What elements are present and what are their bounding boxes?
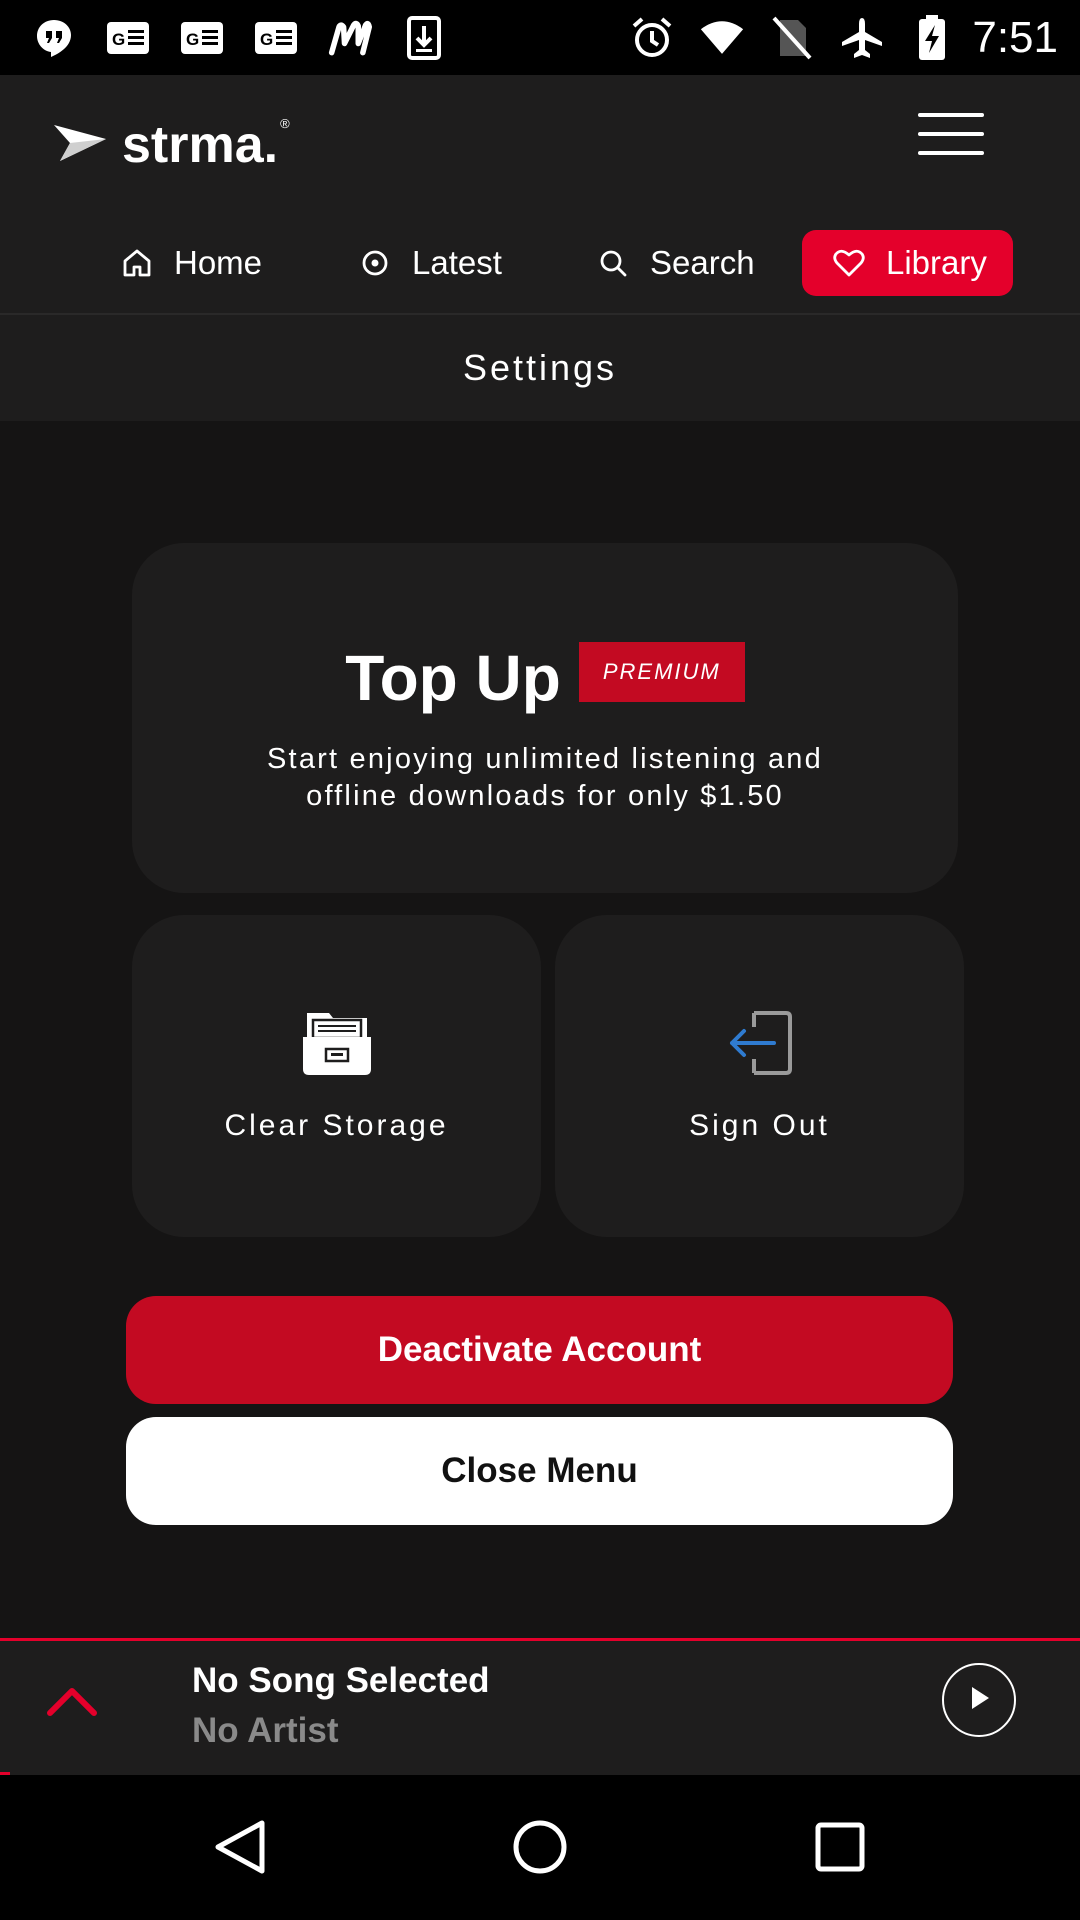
status-left-icons: G G G bbox=[32, 15, 476, 60]
svg-text:G: G bbox=[186, 30, 199, 49]
topup-description-line: offline downloads for only $1.50 bbox=[306, 780, 784, 812]
nav-library[interactable]: Library bbox=[802, 230, 1013, 296]
registered-mark: ® bbox=[280, 115, 290, 131]
hamburger-line bbox=[918, 151, 984, 155]
search-icon bbox=[596, 246, 630, 280]
mini-player: No Song Selected No Artist bbox=[0, 1641, 1080, 1775]
status-right-icons: 7:51 bbox=[604, 13, 1058, 63]
status-time: 7:51 bbox=[972, 12, 1058, 62]
topup-card[interactable]: Top Up PREMIUM Start enjoying unlimited … bbox=[132, 543, 958, 893]
logo[interactable]: strma. ® bbox=[52, 115, 290, 175]
nav-search[interactable]: Search bbox=[596, 230, 755, 296]
sign-out-tile[interactable]: Sign Out bbox=[555, 915, 964, 1237]
topup-title: Top Up bbox=[345, 642, 561, 714]
airplane-icon bbox=[840, 16, 884, 60]
back-icon[interactable] bbox=[210, 1817, 270, 1877]
player-artist: No Artist bbox=[192, 1711, 339, 1750]
news-icon: G bbox=[254, 16, 298, 60]
status-bar: G G G 7:51 bbox=[0, 0, 1080, 75]
topup-description-line: Start enjoying unlimited listening and bbox=[267, 743, 823, 775]
nav-search-label: Search bbox=[650, 244, 755, 281]
file-cabinet-icon bbox=[301, 1007, 373, 1079]
play-icon bbox=[965, 1683, 993, 1718]
premium-badge: PREMIUM bbox=[578, 642, 745, 702]
clear-storage-tile[interactable]: Clear Storage bbox=[132, 915, 541, 1237]
disc-icon bbox=[358, 246, 392, 280]
nav-latest[interactable]: Latest bbox=[358, 230, 502, 296]
wifi-icon bbox=[700, 16, 744, 60]
logo-text: strma. bbox=[122, 116, 279, 174]
heart-icon bbox=[832, 246, 866, 280]
no-sim-icon bbox=[770, 16, 814, 60]
play-button[interactable] bbox=[942, 1663, 1016, 1737]
close-menu-button[interactable]: Close Menu bbox=[126, 1417, 953, 1525]
page-title-bar: Settings bbox=[0, 315, 1080, 421]
player-song-title: No Song Selected bbox=[192, 1661, 490, 1700]
hangouts-icon bbox=[32, 16, 76, 60]
paper-plane-logo-icon bbox=[52, 123, 108, 168]
nav-library-label: Library bbox=[886, 244, 987, 281]
nav-home-label: Home bbox=[174, 244, 263, 281]
clear-storage-label: Clear Storage bbox=[224, 1109, 449, 1142]
alarm-icon bbox=[630, 16, 674, 60]
hamburger-line bbox=[918, 113, 984, 117]
recents-icon[interactable] bbox=[810, 1817, 870, 1877]
chevron-up-icon[interactable] bbox=[44, 1683, 100, 1719]
sign-out-label: Sign Out bbox=[689, 1109, 830, 1142]
page-title: Settings bbox=[462, 347, 618, 388]
system-nav-bar bbox=[0, 1775, 1080, 1920]
svg-text:G: G bbox=[112, 30, 125, 49]
menu-button[interactable] bbox=[918, 113, 984, 155]
deactivate-account-button[interactable]: Deactivate Account bbox=[126, 1296, 953, 1404]
main-nav: Home Latest Search Library bbox=[0, 230, 1080, 300]
app-header: strma. ® Home Latest Search Library bbox=[0, 75, 1080, 315]
topup-description: Start enjoying unlimited listening and o… bbox=[132, 741, 958, 815]
download-icon bbox=[402, 15, 446, 60]
news-icon: G bbox=[180, 16, 224, 60]
sign-out-icon bbox=[724, 1007, 796, 1079]
news-icon: G bbox=[106, 16, 150, 60]
home-icon bbox=[120, 246, 154, 280]
nav-home[interactable]: Home bbox=[120, 230, 262, 296]
svg-text:G: G bbox=[260, 30, 273, 49]
topup-title-row: Top Up PREMIUM bbox=[132, 641, 958, 715]
home-circle-icon[interactable] bbox=[510, 1817, 570, 1877]
hamburger-line bbox=[918, 132, 984, 136]
m-app-icon bbox=[328, 16, 372, 60]
battery-charging-icon bbox=[910, 14, 954, 60]
nav-latest-label: Latest bbox=[412, 244, 502, 281]
